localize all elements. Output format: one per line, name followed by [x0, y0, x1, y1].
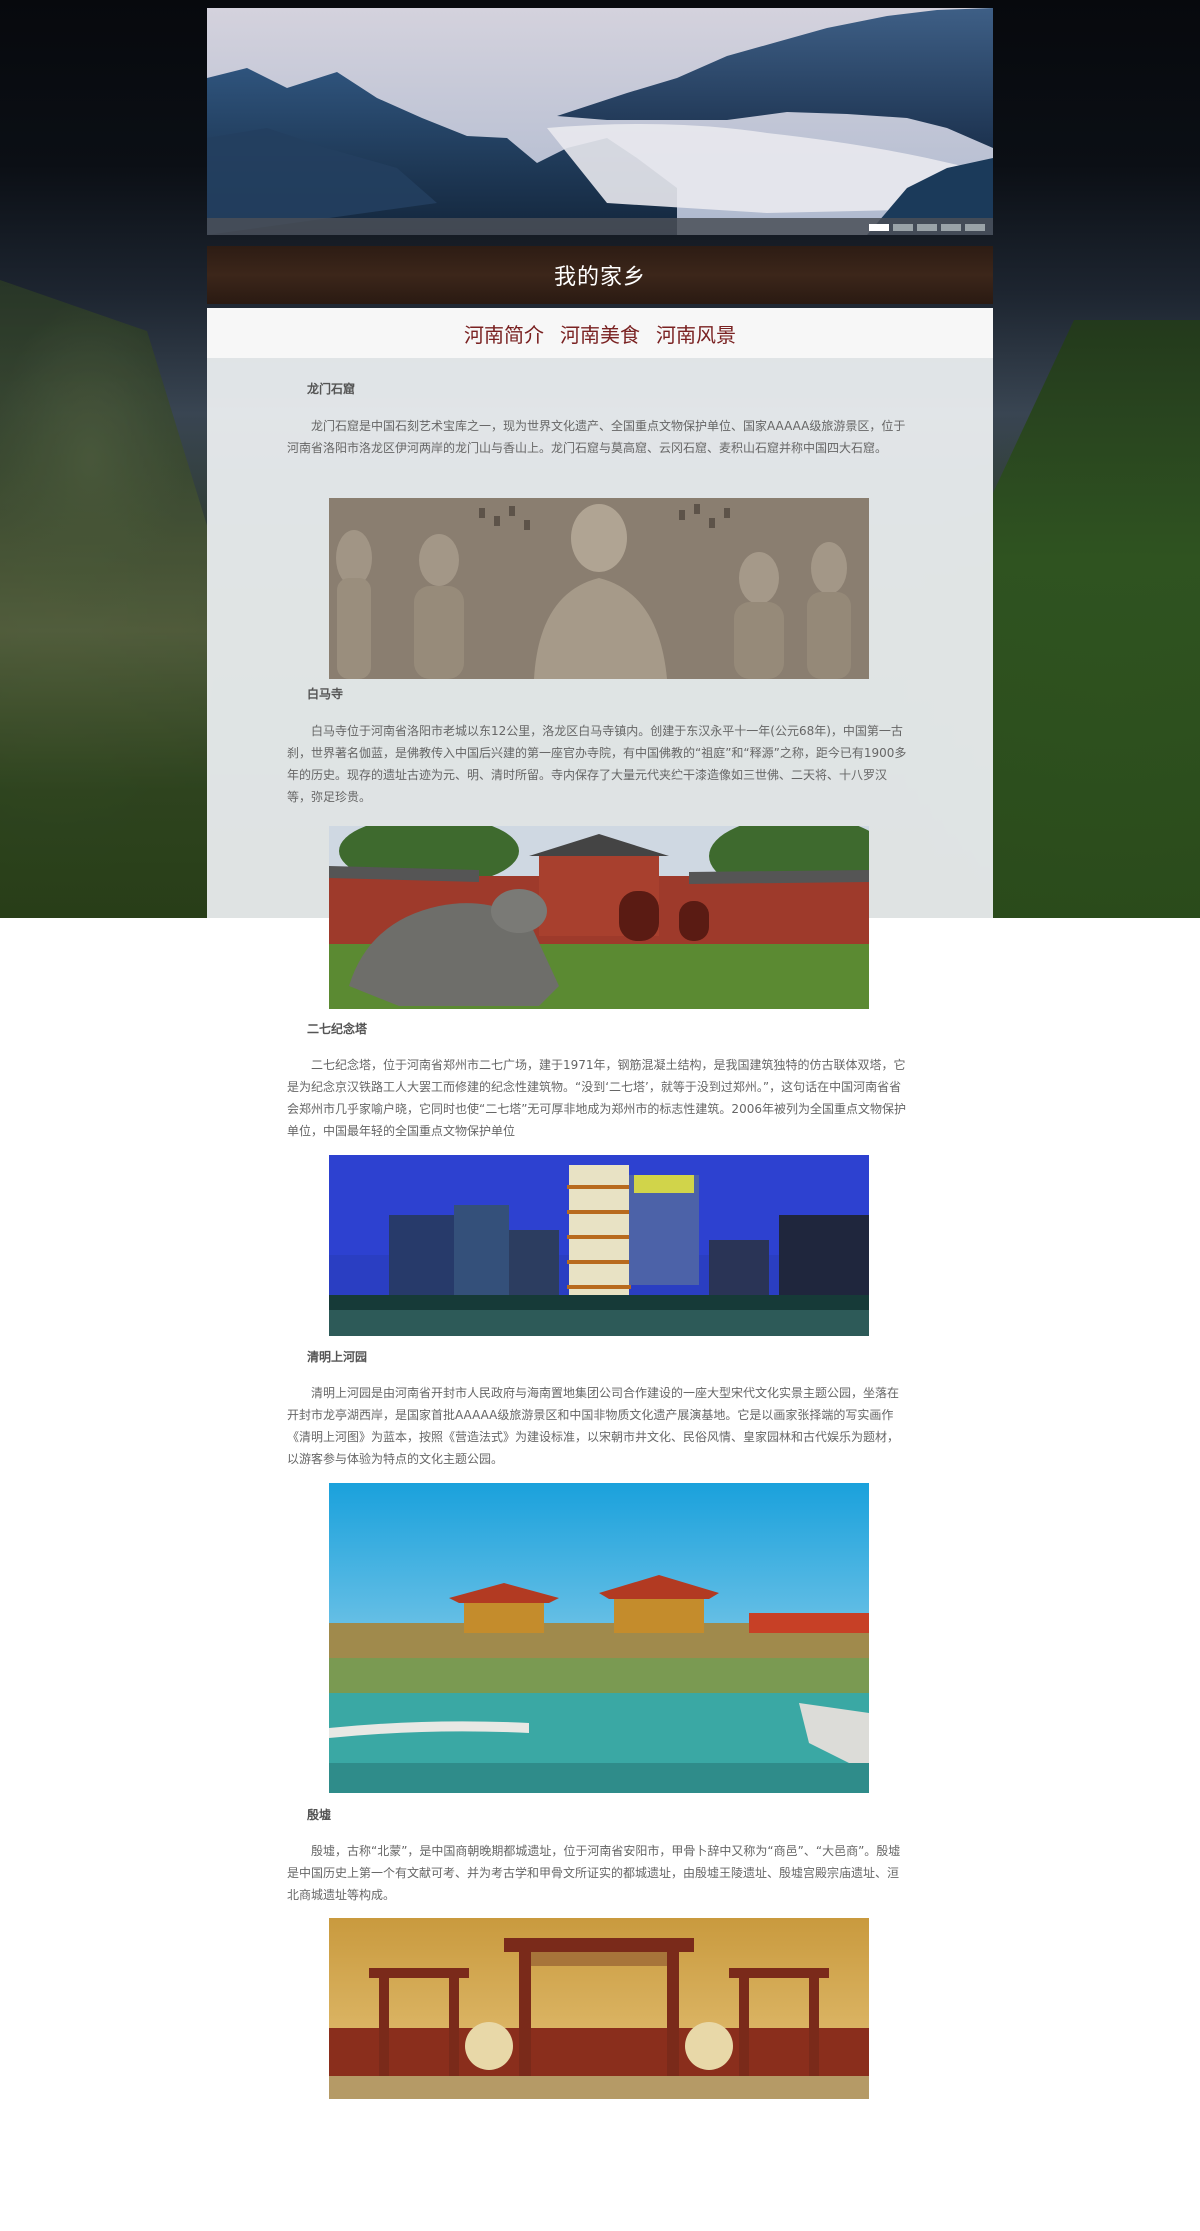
- slide-indicator[interactable]: [965, 224, 985, 231]
- section-heading: 清明上河园: [307, 1350, 368, 1364]
- erqi-memorial-tower-photo: [329, 1155, 869, 1336]
- section-heading: 殷墟: [307, 1808, 332, 1822]
- white-horse-temple-photo: [329, 826, 869, 1009]
- banner-mountains-image: [207, 8, 993, 235]
- title-bar: 我的家乡: [207, 246, 993, 304]
- nav-link-intro[interactable]: 河南简介: [464, 319, 544, 348]
- longmen-grottoes-photo: [329, 498, 869, 679]
- section-heading: 二七纪念塔: [307, 1022, 368, 1036]
- slide-indicator[interactable]: [869, 224, 889, 231]
- slide-indicator[interactable]: [941, 224, 961, 231]
- nav-link-scenery[interactable]: 河南风景: [656, 319, 736, 348]
- section-body: 二七纪念塔，位于河南省郑州市二七广场，建于1971年，钢筋混凝土结构，是我国建筑…: [287, 1058, 906, 1138]
- slide-indicator[interactable]: [893, 224, 913, 231]
- banner-slideshow[interactable]: [207, 8, 993, 235]
- section-heading: 白马寺: [307, 687, 344, 701]
- section-body: 白马寺位于河南省洛阳市老城以东12公里，洛龙区白马寺镇内。创建于东汉永平十一年(…: [287, 724, 907, 804]
- page-title: 我的家乡: [553, 265, 646, 290]
- nav-bar: 河南简介 河南美食 河南风景: [207, 308, 993, 358]
- slideshow-indicators: [869, 224, 985, 231]
- section-body: 殷墟，古称“北蒙”，是中国商朝晚期都城遗址，位于河南省安阳市，甲骨卜辞中又称为“…: [287, 1844, 901, 1902]
- slide-indicator[interactable]: [917, 224, 937, 231]
- section-heading: 龙门石窟: [307, 382, 356, 396]
- qingming-riverside-park-photo: [329, 1483, 869, 1793]
- yinxu-ruins-photo: [329, 1918, 869, 2099]
- section-body: 龙门石窟是中国石刻艺术宝库之一，现为世界文化遗产、全国重点文物保护单位、国家AA…: [287, 419, 906, 455]
- nav-link-food[interactable]: 河南美食: [560, 319, 640, 348]
- section-body: 清明上河园是由河南省开封市人民政府与海南置地集团公司合作建设的一座大型宋代文化实…: [287, 1386, 900, 1466]
